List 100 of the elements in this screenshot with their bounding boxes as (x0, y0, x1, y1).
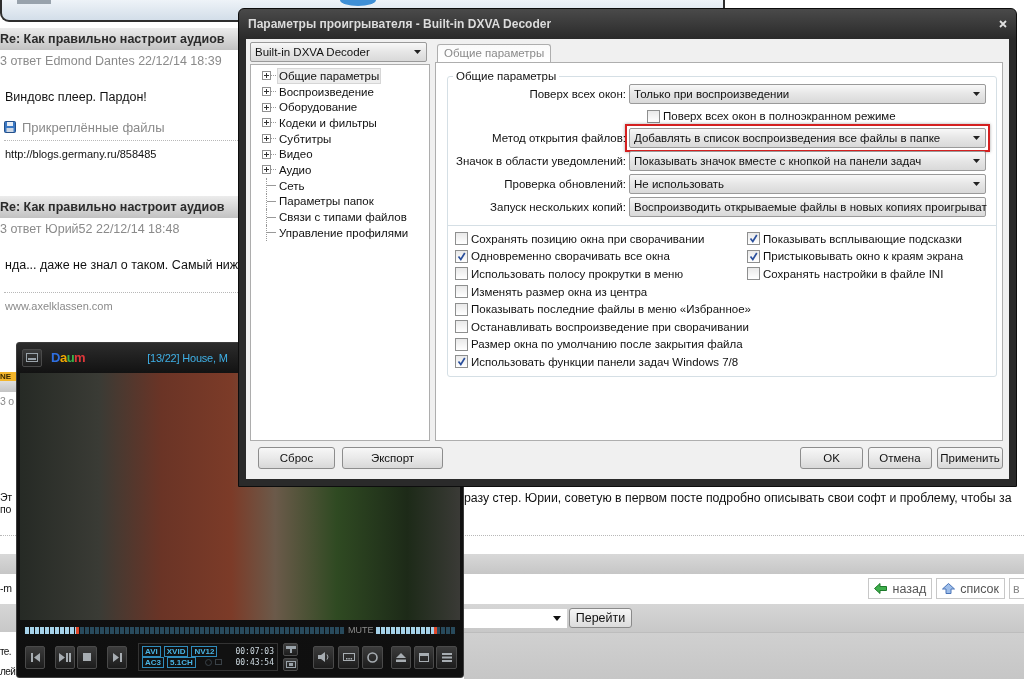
close-icon[interactable] (999, 20, 1007, 28)
field-label: Запуск нескольких копий: (490, 201, 626, 213)
next-icon (112, 652, 122, 662)
elapsed-time: 00:07:03 (235, 647, 274, 656)
nav-button[interactable]: в (1009, 578, 1024, 599)
dropdown[interactable]: Только при воспроизведении (629, 84, 986, 104)
checkbox[interactable] (455, 355, 468, 369)
window-list-button[interactable] (22, 348, 42, 367)
tree-item[interactable]: Субтитры (277, 130, 334, 147)
checkbox-label[interactable]: Поверх всех окон в полноэкранном режиме (663, 110, 896, 122)
checkbox-label[interactable]: Использовать функции панели задач Windows 7/8 (471, 355, 739, 368)
expand-icon[interactable] (262, 87, 271, 97)
volume-button[interactable] (313, 645, 334, 669)
checkbox[interactable] (747, 232, 760, 246)
tree-item[interactable]: Общие параметры (277, 67, 382, 84)
expand-icon[interactable] (262, 165, 271, 175)
checkbox[interactable] (747, 267, 760, 281)
stop-icon (83, 653, 91, 661)
caret-icon (973, 182, 980, 186)
checkbox[interactable] (455, 249, 468, 263)
checkbox-label[interactable]: Изменять размер окна из центра (471, 285, 648, 298)
ok-button[interactable]: OK (800, 447, 863, 469)
checkbox[interactable] (747, 249, 760, 263)
format-tag: XVID (163, 646, 189, 657)
seek-bar-track[interactable] (25, 626, 345, 634)
checkbox[interactable] (455, 232, 468, 246)
post-text: лей (0, 666, 16, 678)
menu-button[interactable] (436, 645, 457, 669)
expand-icon[interactable] (262, 149, 271, 159)
reset-button[interactable]: Сброс (258, 447, 335, 469)
checkbox-label[interactable]: Использовать полосу прокрутки в меню (471, 268, 684, 280)
round-icon (204, 659, 212, 666)
checkbox[interactable] (647, 109, 660, 123)
checkbox[interactable] (455, 302, 468, 316)
signature-link[interactable]: http://blogs.germany.ru/858485 (0, 148, 238, 161)
tree-item[interactable]: Кодеки и фильтры (277, 114, 379, 131)
expand-icon[interactable] (262, 118, 271, 128)
checkbox[interactable] (455, 337, 468, 351)
play-pause-button[interactable] (55, 645, 75, 669)
tab[interactable]: Общие параметры (437, 44, 552, 62)
checkbox-label[interactable]: Пристыковывать окно к краям экрана (763, 250, 964, 263)
expand-icon[interactable] (262, 102, 271, 112)
play-pause-icon (59, 652, 71, 662)
window-button[interactable] (414, 645, 434, 669)
eject-button[interactable] (391, 645, 411, 669)
caption-icon (342, 653, 355, 661)
tree-item[interactable]: Параметры папок (277, 193, 376, 210)
caret-icon (973, 159, 980, 163)
dropdown[interactable]: Воспроизводить открываемые файлы в новых копиях проигрыват (629, 197, 986, 217)
checkbox-label[interactable]: Сохранять позицию окна при сворачивании (471, 232, 705, 245)
checkbox[interactable] (455, 320, 468, 334)
post-meta: 3 о (0, 395, 15, 409)
seek-bar-fill[interactable] (25, 626, 80, 634)
post-meta: 3 ответ Юрий52 22/12/14 18:48 (0, 222, 181, 236)
volume-track[interactable] (376, 626, 455, 634)
format-tag: AVI (142, 646, 161, 657)
stop-button[interactable] (77, 645, 97, 669)
expand-icon[interactable] (262, 134, 271, 144)
attachments-label[interactable]: Прикреплённые файлы (22, 119, 165, 135)
tree-item[interactable]: Связи с типами файлов (277, 209, 409, 226)
dropdown[interactable]: Показывать значок вместе с кнопкой на панели задач (629, 151, 986, 171)
previous-button[interactable] (25, 645, 45, 669)
signature-link[interactable]: www.axelklassen.com (0, 300, 238, 313)
cancel-button[interactable]: Отмена (868, 447, 932, 469)
checkbox-label[interactable]: Сохранять настройки в файле INI (763, 268, 944, 280)
checkbox[interactable] (455, 285, 468, 299)
post-meta: 3 ответ Edmond Dantes 22/12/14 18:39 (0, 54, 223, 68)
checkbox-label[interactable]: Показывать последние файлы в меню «Избранное» (471, 303, 751, 316)
export-button[interactable]: Экспорт (342, 447, 443, 469)
apply-button[interactable]: Применить (937, 447, 1003, 469)
back-button[interactable]: назад (868, 578, 933, 599)
go-button[interactable]: Перейти (569, 608, 632, 628)
checkbox-label[interactable]: Одновременно сворачивать все окна (471, 250, 670, 263)
dropdown[interactable]: Не использовать (629, 174, 986, 194)
tree-item[interactable]: Аудио (277, 161, 314, 178)
layout-button[interactable] (283, 643, 298, 656)
arrow-left-icon (874, 583, 888, 594)
total-time: 00:43:54 (235, 658, 274, 667)
checkbox-label[interactable]: Останавливать воспроизведение при сворачивании (471, 320, 749, 333)
next-button[interactable] (107, 645, 127, 669)
volume-fill[interactable] (376, 626, 437, 634)
tree-item[interactable]: Управление профилями (277, 224, 411, 241)
tree-item[interactable]: Оборудование (277, 99, 360, 116)
post-text: Виндовс плеер. Пардон! (4, 90, 148, 104)
circle-button[interactable] (362, 645, 383, 669)
tree-item[interactable]: Воспроизведение (277, 83, 376, 100)
profile-dropdown[interactable]: Built-in DXVA Decoder (250, 42, 427, 62)
arrow-up-icon (942, 583, 956, 594)
dropdown[interactable]: Добавлять в список воспроизведения все файлы в папке (629, 128, 986, 148)
checkbox[interactable] (455, 267, 468, 281)
list-button[interactable]: список (936, 578, 1005, 599)
post-text: те. (0, 646, 11, 658)
screen-button[interactable] (283, 658, 298, 671)
checkbox-label[interactable]: Размер окна по умолчанию после закрытия файла (471, 338, 743, 351)
eject-icon (396, 652, 406, 662)
subtitle-button[interactable] (338, 645, 359, 669)
tree-item[interactable]: Сеть (277, 177, 307, 194)
tree-item[interactable]: Видео (277, 146, 315, 163)
checkbox-label[interactable]: Показывать всплывающие подсказки (763, 232, 962, 245)
expand-icon[interactable] (262, 71, 271, 81)
